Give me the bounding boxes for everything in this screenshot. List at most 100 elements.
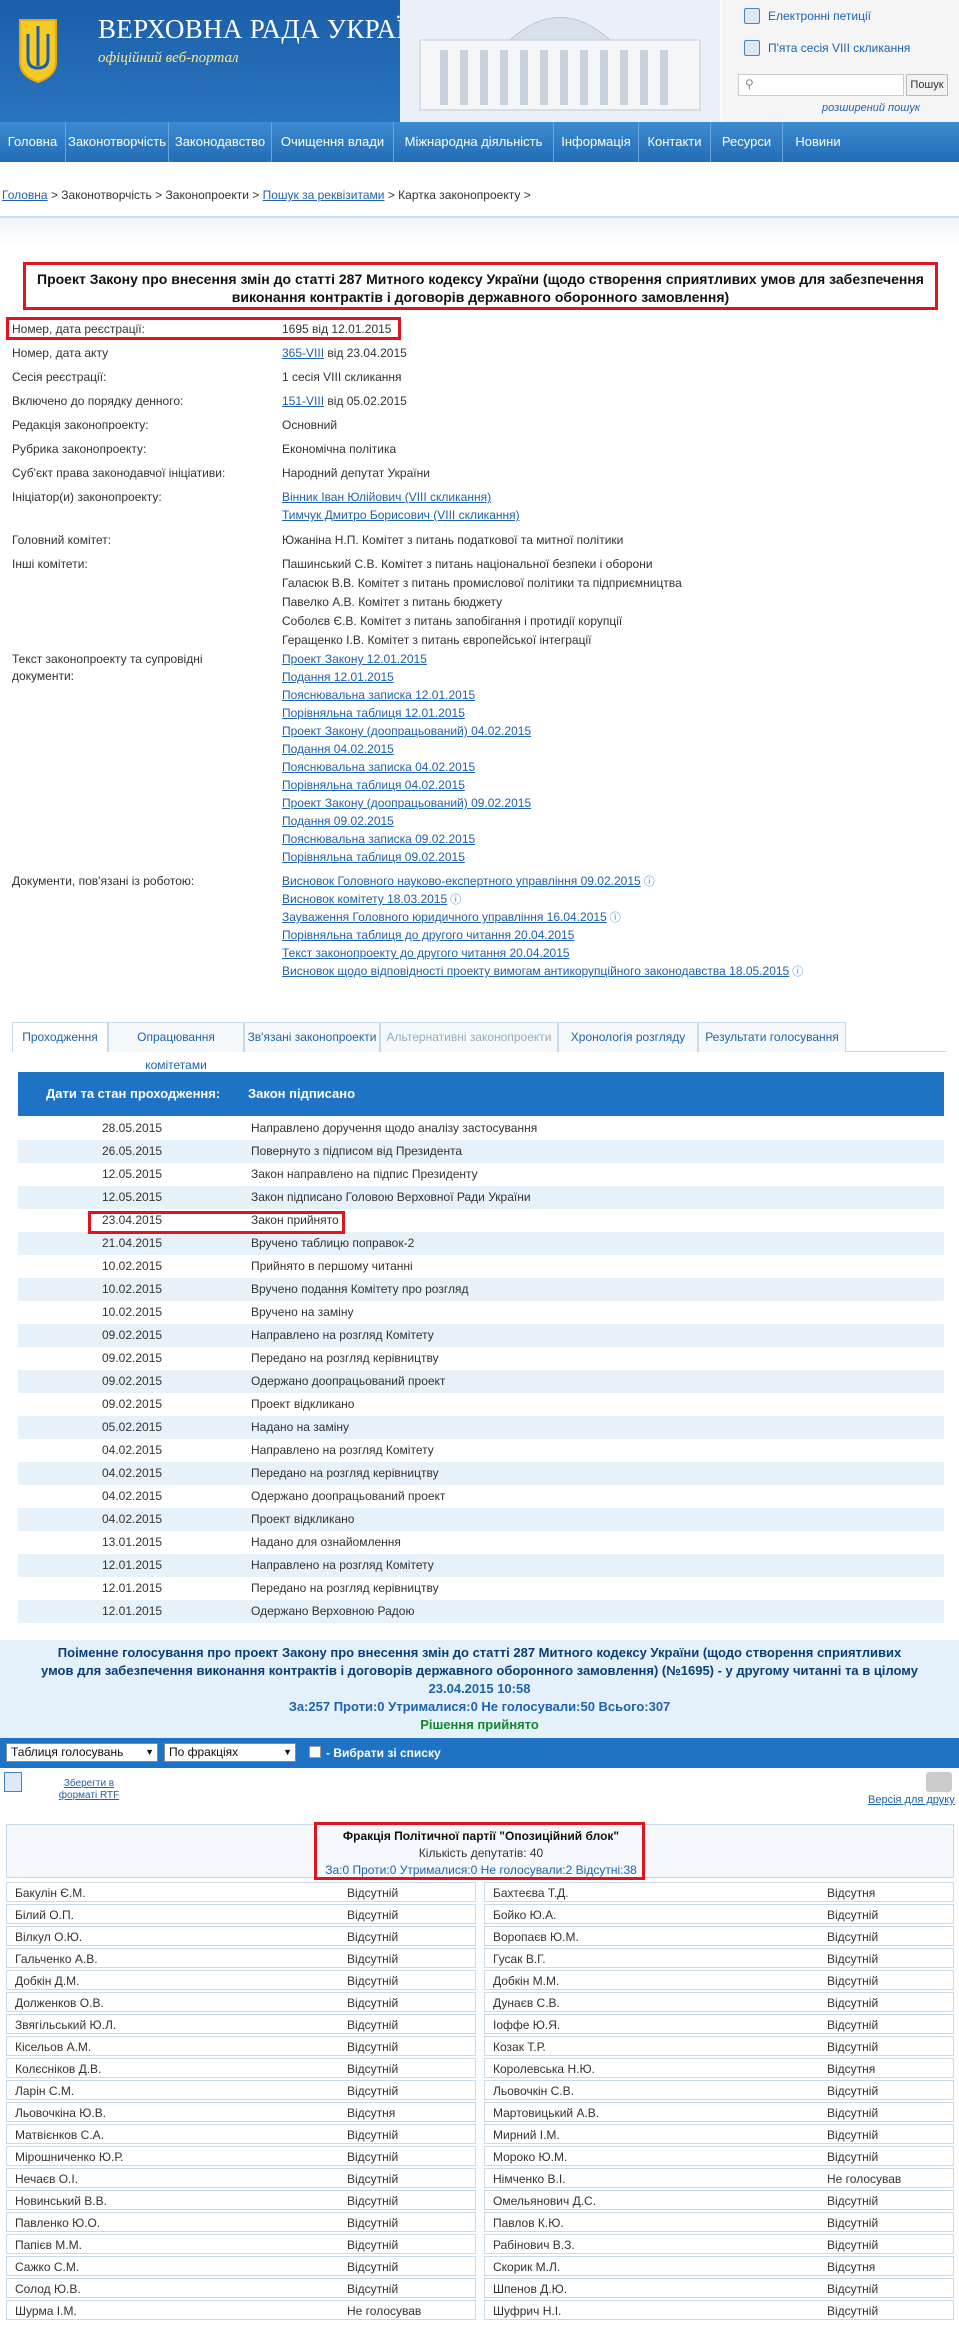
doc-link[interactable]: Проект Закону (доопрацьований) 09.02.201… [282,795,942,812]
stage-date: 04.02.2015 [102,1489,163,1503]
tab-chronology[interactable]: Хронологія розгляду [558,1022,698,1052]
deputy-name: Новинський В.В. [15,2194,107,2208]
related-link[interactable]: Текст законопроекту до другого читання 2… [282,946,570,960]
field-row-label: Сесія реєстрації: [12,370,107,384]
stage-status: Направлено на розгляд Комітету [251,1558,434,1572]
breadcrumb-home[interactable]: Головна [2,188,48,202]
deputy-vote: Відсутній [347,2062,399,2076]
deputy-name: Білий О.П. [15,1908,74,1922]
printer-icon[interactable] [926,1772,952,1792]
site-header: ВЕРХОВНА РАДА УКРАЇНИ офіційний веб-порт… [0,0,959,122]
related-link[interactable]: Висновок комітету 18.03.2015 [282,892,447,906]
tab-committees[interactable]: Опрацювання комітетами [108,1022,244,1072]
tab-alternative[interactable]: Альтернативні законопроекти [380,1022,558,1052]
doc-link[interactable]: Подання 04.02.2015 [282,741,942,758]
deputy-name: Звягільський Ю.Л. [15,2018,117,2032]
related-link[interactable]: Висновок щодо відповідності проекту вимо… [282,964,789,978]
deputy-name: Гусак В.Г. [493,1952,546,1966]
doc-link[interactable]: Пояснювальна записка 09.02.2015 [282,831,942,848]
doc-link[interactable]: Пояснювальна записка 12.01.2015 [282,687,942,704]
deputy-name: Павленко Ю.О. [15,2216,101,2230]
field-row-label: Номер, дата акту [12,346,109,360]
info-icon[interactable]: ⓘ [607,912,621,924]
initiator-link[interactable]: Тимчук Дмитро Борисович (VIII скликання) [282,507,942,524]
deputy-name: Шурма І.М. [15,2304,77,2318]
info-icon[interactable]: ⓘ [641,876,655,888]
nav-item-information[interactable]: Інформація [554,122,639,162]
search-input[interactable]: ⚲ [738,74,904,96]
deputy-name: Льовочкін С.В. [493,2084,574,2098]
doc-link[interactable]: Порівняльна таблиця 04.02.2015 [282,777,942,794]
deputy-name: Гальченко А.В. [15,1952,98,1966]
rtf-file-icon[interactable] [4,1772,22,1792]
related-link[interactable]: Висновок Головного науково-експертного у… [282,874,641,888]
stage-date: 28.05.2015 [102,1121,163,1135]
nav-item-lustration[interactable]: Очищення влади [272,122,394,162]
field-text: від 23.04.2015 [324,346,407,360]
stage-status: Надано для ознайомлення [251,1535,401,1549]
deputy-row: Вілкул О.Ю. Відсутній [6,1926,476,1946]
deputy-name: Мороко Ю.М. [493,2150,568,2164]
deputy-row: Бойко Ю.А. Відсутній [484,1904,954,1924]
deputy-name: Ларін С.М. [15,2084,75,2098]
deputy-vote: Відсутній [827,1930,879,1944]
doc-link[interactable]: Подання 09.02.2015 [282,813,942,830]
doc-link[interactable]: Подання 12.01.2015 [282,669,942,686]
print-version-link[interactable]: Версія для друку [868,1794,955,1806]
deputy-row: Мірошниченко Ю.Р. Відсутній [6,2146,476,2166]
related-link[interactable]: Зауваження Головного юридичного управлін… [282,910,607,924]
deputy-row: Шуфрич Н.І. Відсутній [484,2300,954,2320]
nav-item-legislation[interactable]: Законодавство [169,122,272,162]
field-text: Основний [282,418,338,432]
advanced-search-link[interactable]: розширений пошук [822,102,920,114]
nav-item-international[interactable]: Міжнародна діяльність [394,122,554,162]
deputy-name: Нечаєв О.І. [15,2172,79,2186]
session-link[interactable]: П'ята сесія VIII скликання [744,40,910,56]
nav-item-home[interactable]: Головна [0,122,66,162]
nav-item-resources[interactable]: Ресурси [711,122,783,162]
bill-tabs: Проходження Опрацювання комітетами Зв'яз… [12,1022,946,1072]
doc-link[interactable]: Проект Закону 12.01.2015 [282,651,942,668]
tab-vote-results[interactable]: Результати голосування [698,1022,846,1052]
deputy-vote: Відсутній [347,2084,399,2098]
field-row-label: Рубрика законопроекту: [12,442,147,456]
trident-emblem-icon[interactable] [16,14,60,84]
deputy-name: Іоффе Ю.Я. [493,2018,561,2032]
field-link[interactable]: 365-VIII [282,346,324,360]
tab-passage[interactable]: Проходження [12,1022,108,1052]
deputy-name: Воропаєв Ю.М. [493,1930,579,1944]
related-item: Текст законопроекту до другого читання 2… [282,945,942,962]
faction-select[interactable]: По фракціях ▼ [164,1743,296,1762]
doc-link[interactable]: Порівняльна таблиця 09.02.2015 [282,849,942,866]
deputy-row: Німченко В.І. Не голосував [484,2168,954,2188]
field-link[interactable]: 151-VIII [282,394,324,408]
stage-row: 12.05.2015 Закон направлено на підпис Пре… [18,1163,944,1186]
stage-date: 09.02.2015 [102,1374,163,1388]
deputy-row: Звягільський Ю.Л. Відсутній [6,2014,476,2034]
related-link[interactable]: Порівняльна таблиця до другого читання 2… [282,928,574,942]
chevron-down-icon: ▼ [145,1747,154,1757]
search-button[interactable]: Пошук [906,74,948,96]
select-from-list-checkbox[interactable] [309,1746,321,1758]
related-item: Висновок щодо відповідності проекту вимо… [282,963,942,981]
deputy-name: Мартовицький А.В. [493,2106,600,2120]
nav-item-news[interactable]: Новини [783,122,853,162]
doc-link[interactable]: Проект Закону (доопрацьований) 04.02.201… [282,723,942,740]
doc-link[interactable]: Порівняльна таблиця 12.01.2015 [282,705,942,722]
stage-status: Передано на розгляд керівництву [251,1466,439,1480]
tab-related[interactable]: Зв'язані законопроекти [244,1022,380,1052]
deputy-name: Скорик М.Л. [493,2260,561,2274]
nav-item-contacts[interactable]: Контакти [639,122,711,162]
info-icon[interactable]: ⓘ [447,894,461,906]
doc-link[interactable]: Пояснювальна записка 04.02.2015 [282,759,942,776]
vote-controls: Таблиця голосувань ▼ По фракціях ▼ - Вибра… [0,1738,959,1768]
nav-item-lawmaking[interactable]: Законотворчість [66,122,169,162]
petitions-link[interactable]: Електронні петиції [744,8,871,24]
breadcrumb-search[interactable]: Пошук за реквізитами [263,188,385,202]
site-title[interactable]: ВЕРХОВНА РАДА УКРАЇНИ [98,14,445,45]
vote-table-select[interactable]: Таблиця голосувань ▼ [6,1743,158,1762]
deputy-name: Дунаєв С.В. [493,1996,560,2010]
info-icon[interactable]: ⓘ [789,966,803,978]
initiator-link[interactable]: Вінник Іван Юлійович (VIII скликання) [282,489,942,506]
save-rtf-link[interactable]: Зберегти в форматі RTF [54,1778,124,1802]
